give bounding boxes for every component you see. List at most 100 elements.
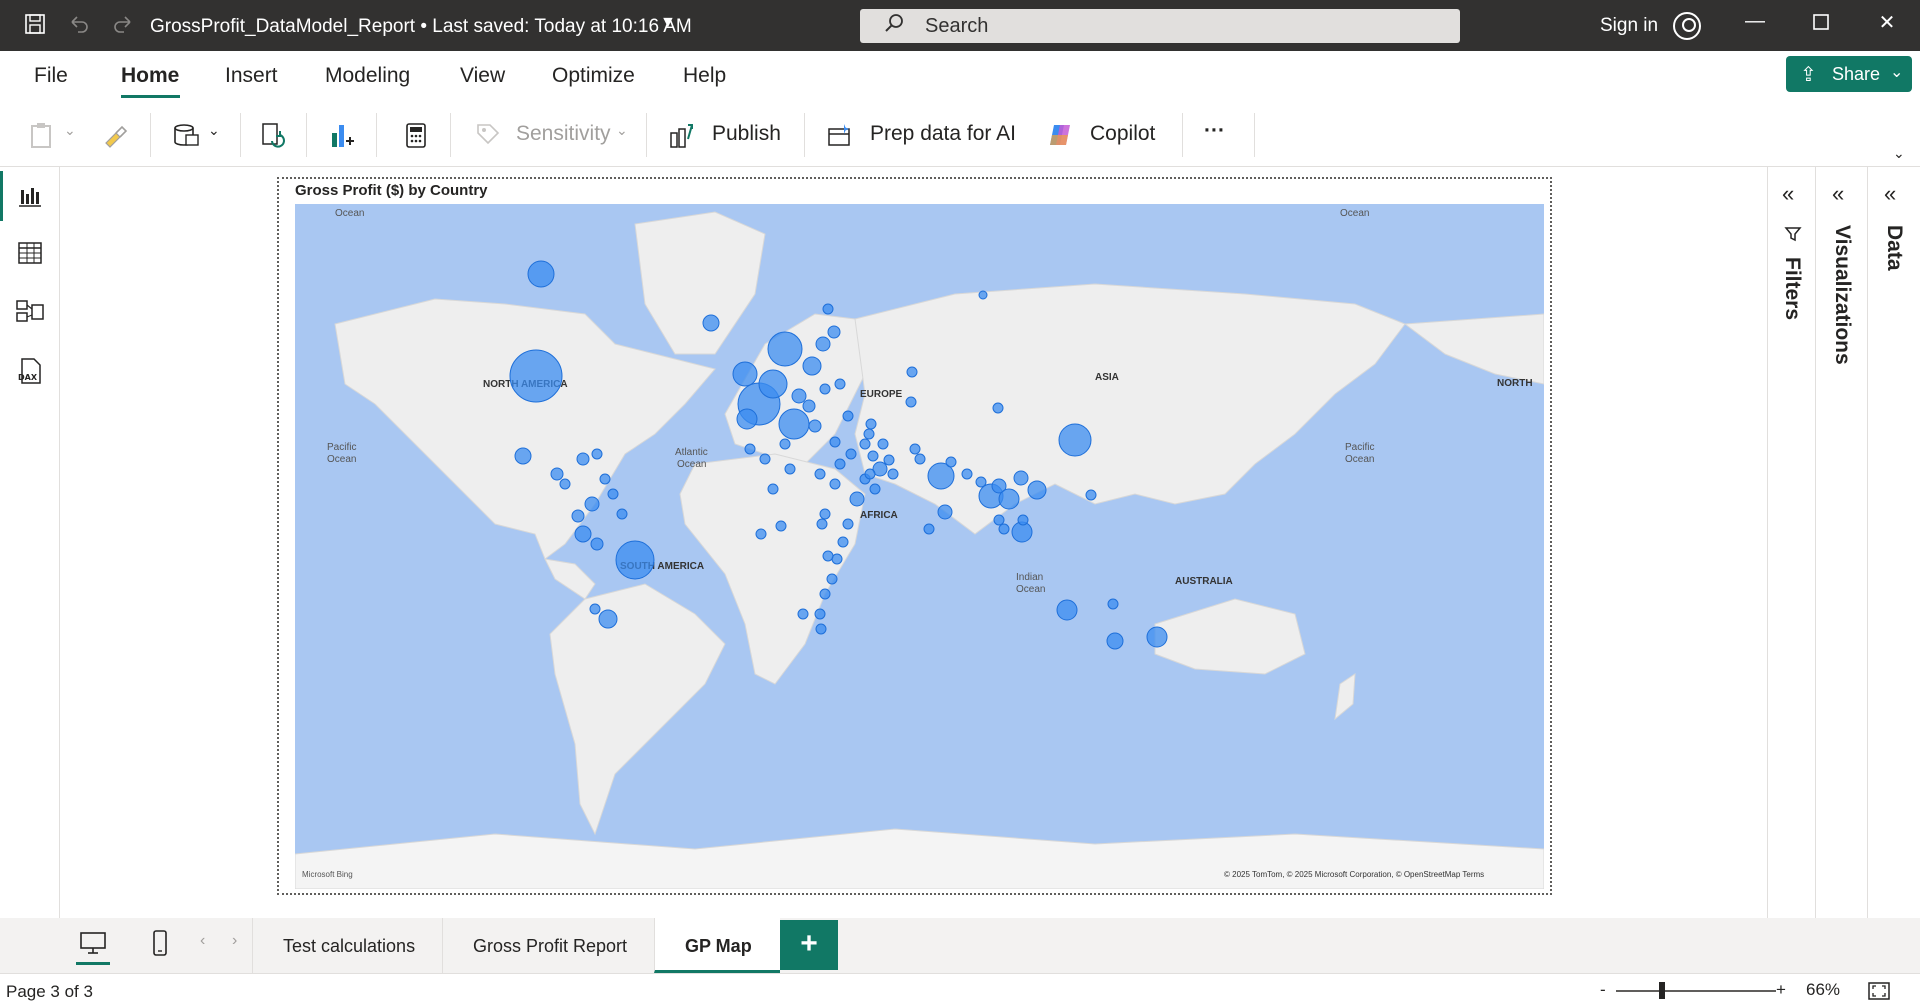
bubble[interactable] [758, 369, 788, 399]
menu-insert[interactable]: Insert [225, 64, 278, 88]
add-page-button[interactable]: + [780, 920, 838, 970]
bubble[interactable] [814, 608, 826, 620]
bubble[interactable] [784, 463, 796, 475]
report-view-icon[interactable] [14, 181, 46, 213]
bubble[interactable] [834, 378, 846, 390]
refresh-button[interactable] [258, 117, 288, 151]
bubble[interactable] [914, 453, 926, 465]
bubble[interactable] [576, 452, 590, 466]
bubble[interactable] [837, 536, 849, 548]
bubble[interactable] [978, 290, 988, 300]
bubble[interactable] [607, 488, 619, 500]
page-tab-gross-profit-report[interactable]: Gross Profit Report [442, 918, 654, 973]
bubble[interactable] [829, 436, 841, 448]
bubble[interactable] [814, 468, 826, 480]
search-box[interactable]: Search [860, 9, 1460, 43]
close-icon[interactable]: ✕ [1872, 10, 1902, 35]
sensitivity-button[interactable]: Sensitivity ⌄ [474, 117, 634, 151]
bubble[interactable] [527, 260, 555, 288]
bubble[interactable] [616, 508, 628, 520]
bubble[interactable] [598, 609, 618, 629]
next-page-icon[interactable]: › [232, 932, 237, 950]
bubble[interactable] [791, 388, 807, 404]
bubble[interactable] [822, 303, 834, 315]
new-visual-button[interactable] [328, 117, 358, 151]
bubble[interactable] [1056, 599, 1078, 621]
sign-in-link[interactable]: Sign in [1600, 15, 1658, 37]
previous-page-icon[interactable]: ‹ [200, 932, 205, 950]
bubble[interactable] [819, 383, 831, 395]
bubble[interactable] [869, 483, 881, 495]
bubble[interactable] [797, 608, 809, 620]
bubble[interactable] [961, 468, 973, 480]
bubble[interactable] [732, 361, 758, 387]
bubble[interactable] [998, 523, 1010, 535]
undo-icon[interactable] [68, 13, 90, 40]
bubble[interactable] [755, 528, 767, 540]
bubble[interactable] [819, 508, 831, 520]
bubble[interactable] [736, 408, 758, 430]
bubble[interactable] [877, 438, 889, 450]
expand-data-icon[interactable]: « [1884, 181, 1896, 207]
bubble[interactable] [867, 450, 879, 462]
copilot-button[interactable]: Copilot [1046, 117, 1176, 151]
bubble[interactable] [509, 349, 563, 403]
bubble[interactable] [815, 623, 827, 635]
bubble[interactable] [859, 438, 871, 450]
data-pane[interactable]: « Data [1867, 167, 1920, 918]
expand-visualizations-icon[interactable]: « [1832, 181, 1844, 207]
paste-button[interactable]: ⌄ [28, 117, 83, 151]
maximize-icon[interactable] [1806, 10, 1836, 36]
menu-modeling[interactable]: Modeling [325, 64, 410, 88]
bubble[interactable] [998, 488, 1020, 510]
bubble[interactable] [767, 483, 779, 495]
new-measure-button[interactable] [402, 117, 432, 151]
dax-query-view-icon[interactable]: DAX [14, 355, 46, 387]
page-tab-gp-map[interactable]: GP Map [654, 918, 780, 973]
menu-home[interactable]: Home [121, 64, 179, 88]
bubble[interactable] [945, 456, 957, 468]
zoom-in-button[interactable]: + [1776, 980, 1786, 1000]
bubble[interactable] [883, 454, 895, 466]
redo-icon[interactable] [112, 13, 134, 40]
bubble[interactable] [775, 520, 787, 532]
bubble[interactable] [767, 331, 803, 367]
desktop-layout-icon[interactable] [78, 928, 108, 958]
bubble[interactable] [571, 509, 585, 523]
zoom-slider[interactable] [1616, 990, 1776, 992]
bubble[interactable] [559, 478, 571, 490]
bubble[interactable] [808, 419, 822, 433]
bubble[interactable] [1058, 423, 1092, 457]
prep-data-for-ai-button[interactable]: Prep data for AI [826, 117, 1026, 151]
bubble[interactable] [842, 410, 854, 422]
bubble[interactable] [992, 402, 1004, 414]
bubble[interactable] [829, 478, 841, 490]
bubble[interactable] [778, 408, 810, 440]
bubble[interactable] [759, 453, 771, 465]
bubble[interactable] [864, 468, 876, 480]
bubble[interactable] [863, 428, 875, 440]
share-button[interactable]: ⇪ Share ⌄ [1786, 56, 1912, 92]
title-dropdown-icon[interactable]: ▼ [660, 14, 676, 32]
bubble[interactable] [779, 438, 791, 450]
bubble[interactable] [1146, 626, 1168, 648]
zoom-level[interactable]: 66% [1806, 980, 1840, 1000]
bubble[interactable] [615, 540, 655, 580]
more-options-button[interactable]: ··· [1204, 117, 1244, 151]
bubble[interactable] [816, 518, 828, 530]
bubble[interactable] [802, 356, 822, 376]
menu-help[interactable]: Help [683, 64, 726, 88]
save-icon[interactable] [24, 13, 46, 40]
model-view-icon[interactable] [14, 295, 46, 327]
bubble[interactable] [819, 588, 831, 600]
bubble[interactable] [744, 443, 756, 455]
menu-view[interactable]: View [460, 64, 505, 88]
fit-to-page-icon[interactable] [1868, 982, 1890, 1000]
bubble[interactable] [909, 443, 921, 455]
bubble[interactable] [815, 336, 831, 352]
table-view-icon[interactable] [14, 237, 46, 269]
bubble[interactable] [923, 523, 935, 535]
bubble[interactable] [993, 514, 1005, 526]
bubble[interactable] [845, 448, 857, 460]
bubble[interactable] [1027, 480, 1047, 500]
